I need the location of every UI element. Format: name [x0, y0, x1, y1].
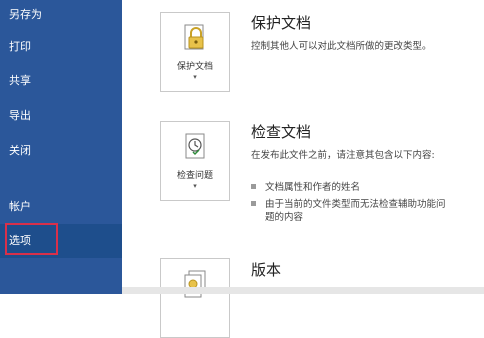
sidebar-item-save-as[interactable]: 另存为: [0, 0, 122, 32]
inspect-document-icon: [183, 132, 209, 162]
versions-button[interactable]: [160, 258, 230, 338]
lock-document-icon: [183, 23, 209, 53]
versions-icon: [183, 269, 209, 299]
versions-title: 版本: [251, 261, 282, 279]
inspect-bullet-text: 文档属性和作者的姓名: [265, 182, 361, 193]
sidebar-item-share[interactable]: 共享: [0, 64, 122, 98]
chevron-down-icon: ▾: [193, 73, 197, 81]
bullet-square-icon: [251, 201, 256, 206]
sidebar-item-account[interactable]: 帐户: [0, 190, 122, 224]
inspect-document-title: 检查文档: [251, 123, 312, 141]
sidebar-item-print[interactable]: 打印: [0, 30, 122, 64]
bottom-scroll-strip: [122, 287, 484, 294]
protect-document-description: 控制其他人可以对此文档所做的更改类型。: [251, 41, 432, 52]
protect-document-title: 保护文档: [251, 14, 312, 32]
chevron-down-icon: ▾: [193, 182, 197, 190]
backstage-sidebar: 另存为 打印 共享 导出 关闭 帐户 选项: [0, 0, 122, 294]
inspect-bullet-text: 由于当前的文件类型而无法检查辅助功能问题的内容: [265, 199, 446, 223]
protect-document-label: 保护文档: [176, 62, 213, 72]
sidebar-item-close[interactable]: 关闭: [0, 134, 122, 168]
options-highlight-box: [5, 223, 58, 255]
inspect-document-description: 在发布此文件之前，请注意其包含以下内容:: [251, 150, 435, 161]
sidebar-item-export[interactable]: 导出: [0, 99, 122, 133]
info-pane: 保护文档 ▾ 保护文档 控制其他人可以对此文档所做的更改类型。 检查问题 ▾ 检…: [122, 0, 484, 338]
protect-document-button[interactable]: 保护文档 ▾: [160, 12, 230, 92]
check-issues-label: 检查问题: [176, 171, 213, 181]
check-issues-button[interactable]: 检查问题 ▾: [160, 121, 230, 201]
bullet-square-icon: [251, 184, 256, 189]
